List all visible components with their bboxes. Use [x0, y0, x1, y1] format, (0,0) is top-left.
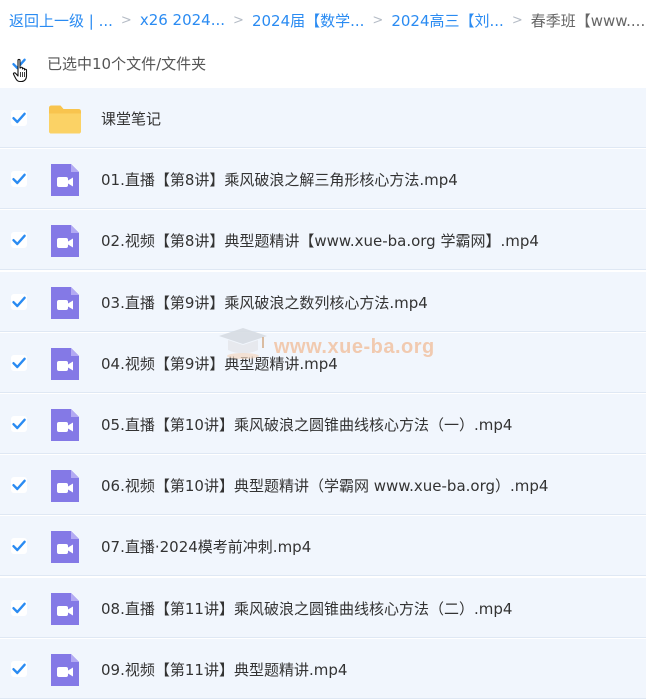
folder-icon — [49, 105, 81, 134]
row-checkbox[interactable] — [11, 354, 27, 371]
file-name[interactable]: 05.直播【第10讲】乘风破浪之圆锥曲线核心方法（一）.mp4 — [101, 414, 512, 435]
breadcrumb-separator: > — [372, 12, 384, 28]
file-name[interactable]: 04.视频【第9讲】典型题精讲.mp4 — [101, 353, 338, 374]
row-checkbox[interactable] — [11, 477, 27, 494]
file-row-video[interactable]: 03.直播【第9讲】乘风破浪之数列核心方法.mp4 — [0, 271, 646, 332]
breadcrumb-separator: > — [511, 12, 523, 28]
video-file-icon — [51, 164, 79, 197]
video-file-icon — [51, 347, 79, 380]
file-row-video[interactable]: 07.直播·2024模考前冲刺.mp4 — [0, 516, 646, 577]
row-checkbox[interactable] — [11, 110, 27, 126]
breadcrumb-item-senior[interactable]: 2024高三【刘... — [391, 10, 503, 31]
video-file-icon — [51, 408, 79, 441]
row-checkbox[interactable] — [11, 415, 27, 432]
checkmark-icon — [12, 234, 26, 246]
file-row-video[interactable]: 04.视频【第9讲】典型题精讲.mp4 — [0, 332, 646, 393]
video-file-icon — [51, 592, 79, 625]
hand-cursor-icon — [12, 58, 28, 83]
checkmark-icon — [12, 418, 26, 430]
file-name[interactable]: 08.直播【第11讲】乘风破浪之圆锥曲线核心方法（二）.mp4 — [101, 598, 512, 619]
video-file-icon — [51, 286, 79, 319]
file-row-video[interactable]: 02.视频【第8讲】典型题精讲【www.xue-ba.org 学霸网】.mp4 — [0, 210, 646, 271]
row-checkbox[interactable] — [11, 293, 27, 310]
breadcrumb-back-link[interactable]: 返回上一级 | ... — [9, 10, 113, 31]
file-row-video[interactable]: 06.视频【第10讲】典型题精讲（学霸网 www.xue-ba.org）.mp4 — [0, 455, 646, 516]
row-checkbox[interactable] — [11, 171, 27, 188]
file-name[interactable]: 07.直播·2024模考前冲刺.mp4 — [101, 536, 311, 557]
file-row-folder[interactable]: 课堂笔记 — [0, 88, 646, 148]
row-checkbox[interactable] — [11, 599, 27, 616]
file-row-video[interactable]: 09.视频【第11讲】典型题精讲.mp4 — [0, 638, 646, 699]
checkmark-icon — [12, 479, 26, 491]
row-checkbox[interactable] — [11, 232, 27, 249]
breadcrumb: 返回上一级 | ... > x26 2024... > 2024届【数学... … — [0, 0, 646, 40]
checkmark-icon — [12, 540, 26, 552]
checkmark-icon — [12, 296, 26, 307]
file-name[interactable]: 02.视频【第8讲】典型题精讲【www.xue-ba.org 学霸网】.mp4 — [101, 230, 539, 251]
file-name[interactable]: 06.视频【第10讲】典型题精讲（学霸网 www.xue-ba.org）.mp4 — [101, 475, 548, 496]
file-name[interactable]: 03.直播【第9讲】乘风破浪之数列核心方法.mp4 — [101, 292, 428, 313]
checkmark-icon — [12, 602, 26, 613]
file-list: 课堂笔记 01.直播【第8讲】乘风破浪之解三角形核心方法.mp4 02.视频【第… — [0, 88, 646, 700]
video-file-icon — [51, 653, 79, 686]
video-file-icon — [51, 225, 79, 258]
breadcrumb-item-x26[interactable]: x26 2024... — [140, 11, 225, 29]
selection-bar: 已选中10个文件/文件夹 — [0, 40, 646, 86]
row-checkbox[interactable] — [11, 538, 27, 555]
video-file-icon — [51, 470, 79, 503]
checkmark-icon — [12, 663, 26, 674]
breadcrumb-current: 春季班【www.... — [530, 11, 646, 30]
breadcrumb-item-math[interactable]: 2024届【数学... — [252, 10, 364, 31]
file-name[interactable]: 01.直播【第8讲】乘风破浪之解三角形核心方法.mp4 — [101, 169, 458, 190]
video-file-icon — [51, 531, 79, 564]
file-name[interactable]: 课堂笔记 — [101, 108, 161, 129]
file-row-video[interactable]: 05.直播【第10讲】乘风破浪之圆锥曲线核心方法（一）.mp4 — [0, 393, 646, 454]
breadcrumb-separator: > — [120, 12, 132, 28]
row-checkbox[interactable] — [11, 660, 27, 677]
checkmark-icon — [12, 357, 26, 368]
file-row-video[interactable]: 01.直播【第8讲】乘风破浪之解三角形核心方法.mp4 — [0, 149, 646, 210]
file-name[interactable]: 09.视频【第11讲】典型题精讲.mp4 — [101, 659, 347, 680]
breadcrumb-separator: > — [233, 12, 244, 28]
file-row-video[interactable]: 08.直播【第11讲】乘风破浪之圆锥曲线核心方法（二）.mp4 — [0, 577, 646, 638]
checkmark-icon — [12, 173, 26, 185]
selection-count-text: 已选中10个文件/文件夹 — [47, 55, 207, 73]
checkmark-icon — [12, 112, 26, 124]
